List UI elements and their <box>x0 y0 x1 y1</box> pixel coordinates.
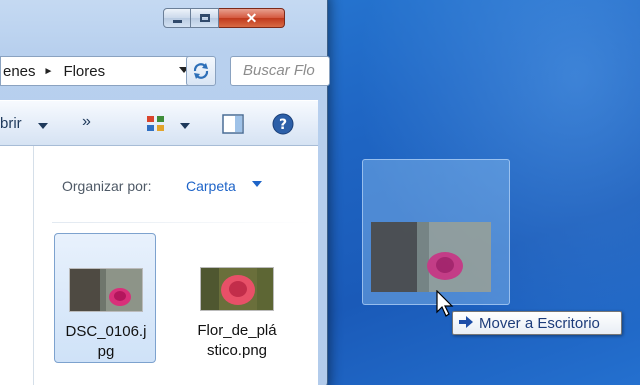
close-icon: ✕ <box>245 9 258 26</box>
command-toolbar: brir » ? <box>0 100 318 146</box>
minimize-button[interactable] <box>163 8 191 28</box>
svg-text:?: ? <box>279 117 287 133</box>
open-dropdown-icon[interactable] <box>38 123 48 129</box>
file-thumbnail <box>200 267 274 311</box>
open-button[interactable]: brir <box>0 115 22 132</box>
change-view-icon[interactable] <box>146 115 166 137</box>
view-dropdown-icon[interactable] <box>180 123 190 129</box>
file-thumbnail <box>69 268 143 312</box>
drop-tooltip: Mover a Escritorio <box>452 311 622 335</box>
refresh-button[interactable] <box>186 56 216 86</box>
close-button[interactable]: ✕ <box>219 8 285 28</box>
arrange-by-label: Organizar por: <box>62 178 152 194</box>
breadcrumb-flores[interactable]: Flores <box>61 63 105 80</box>
breadcrumb-separator-icon[interactable]: ► <box>44 66 54 77</box>
refresh-icon <box>193 63 209 79</box>
file-name: Flor_de_plá stico.png <box>197 322 277 359</box>
help-icon[interactable]: ? <box>272 113 294 139</box>
file-name: DSC_0106.j pg <box>65 323 147 360</box>
file-item[interactable]: DSC_0106.j pg <box>54 233 156 363</box>
file-item[interactable]: Flor_de_plá stico.png <box>186 233 288 363</box>
preview-pane-icon[interactable] <box>222 114 244 138</box>
address-bar[interactable]: enes ► Flores <box>0 56 196 86</box>
divider <box>52 222 312 223</box>
search-input[interactable]: Buscar Flo <box>230 56 330 86</box>
drop-tooltip-label: Mover a Escritorio <box>479 314 600 332</box>
drag-preview <box>362 159 510 305</box>
navigation-pane[interactable] <box>0 146 34 385</box>
arrow-right-icon <box>459 315 473 332</box>
minimize-icon <box>172 19 182 23</box>
arrange-dropdown-icon[interactable] <box>252 181 262 187</box>
window-controls: ✕ <box>163 8 285 30</box>
maximize-icon <box>199 14 210 22</box>
arrange-by-dropdown[interactable]: Carpeta <box>186 178 236 194</box>
more-commands-button[interactable]: » <box>82 113 91 131</box>
breadcrumb-libraries[interactable]: enes <box>1 63 36 80</box>
drag-thumbnail <box>371 222 491 292</box>
maximize-button[interactable] <box>191 8 219 28</box>
